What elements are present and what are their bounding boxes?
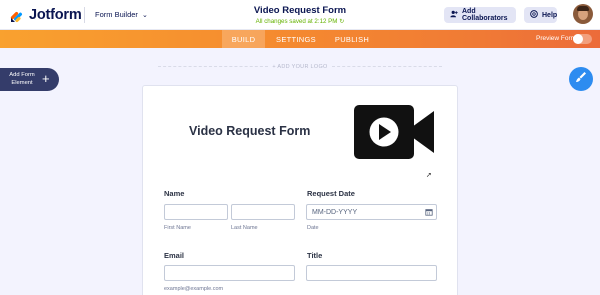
brand-name: Jotform <box>29 7 82 23</box>
video-camera-icon <box>354 105 436 159</box>
add-collaborators-label: Add Collaborators <box>462 8 508 22</box>
request-date-label: Request Date <box>307 189 355 198</box>
form-designer-button[interactable] <box>569 67 593 91</box>
add-form-element-button[interactable]: Add Form Element + <box>0 68 59 91</box>
form-card: Video Request Form Name First Name Last … <box>142 85 458 295</box>
plus-icon: + <box>42 71 50 86</box>
first-name-input[interactable] <box>164 204 228 220</box>
mouse-cursor-icon: ➚ <box>426 172 432 179</box>
avatar-hair <box>577 6 589 11</box>
logo-dash-left <box>158 66 269 68</box>
title-field[interactable] <box>306 265 437 281</box>
name-label: Name <box>164 189 185 198</box>
form-heading[interactable]: Video Request Form <box>189 124 310 138</box>
add-element-line1: Add Form <box>9 72 35 78</box>
date-input[interactable]: MM-DD-YYYY <box>306 204 437 220</box>
add-logo-label: + ADD YOUR LOGO <box>272 64 328 70</box>
tab-build[interactable]: BUILD <box>222 30 265 48</box>
add-user-icon <box>450 10 458 20</box>
preview-form-toggle[interactable] <box>573 34 592 44</box>
email-label: Email <box>164 251 185 260</box>
help-icon <box>530 10 538 20</box>
top-header: Jotform Form Builder ⌄ Video Request For… <box>0 0 600 30</box>
email-sublabel: example@example.com <box>164 286 224 292</box>
header-divider <box>84 7 85 23</box>
avatar[interactable] <box>573 4 593 24</box>
form-title-area: Video Request Form All changes saved at … <box>230 5 370 25</box>
add-element-line2: Element <box>11 79 33 86</box>
help-label: Help <box>542 11 558 19</box>
calendar-icon[interactable] <box>425 208 433 218</box>
refresh-icon: ↻ <box>339 18 345 25</box>
toggle-knob <box>573 34 583 44</box>
jotform-logo-icon <box>9 7 25 23</box>
tab-settings[interactable]: SETTINGS <box>275 30 317 48</box>
add-logo-area[interactable]: + ADD YOUR LOGO <box>150 64 450 70</box>
chevron-down-icon: ⌄ <box>141 11 148 19</box>
save-status: All changes saved at 2:12 PM ↻ <box>230 18 370 25</box>
add-form-element-label: Add Form Element <box>6 72 38 87</box>
title-label: Title <box>307 251 323 260</box>
save-status-text: All changes saved at 2:12 PM <box>255 18 338 25</box>
paint-brush-icon <box>575 70 587 88</box>
logo-dash-right <box>331 66 442 68</box>
date-placeholder: MM-DD-YYYY <box>312 209 358 216</box>
builder-nav: BUILD SETTINGS PUBLISH Preview Form <box>0 30 600 48</box>
last-name-input[interactable] <box>231 204 295 220</box>
add-collaborators-button[interactable]: Add Collaborators <box>444 7 516 23</box>
preview-form-label: Preview Form <box>536 35 577 42</box>
tab-publish[interactable]: PUBLISH <box>332 30 372 48</box>
header-form-title[interactable]: Video Request Form <box>230 5 370 16</box>
form-builder-menu[interactable]: Form Builder ⌄ <box>95 10 148 19</box>
email-field[interactable] <box>164 265 295 281</box>
last-name-sublabel: Last Name <box>231 225 258 231</box>
first-name-sublabel: First Name <box>164 225 191 231</box>
jotform-logo[interactable]: Jotform <box>9 7 82 23</box>
help-button[interactable]: Help <box>524 7 557 23</box>
form-builder-label: Form Builder <box>95 10 138 19</box>
date-sublabel: Date <box>307 225 319 231</box>
